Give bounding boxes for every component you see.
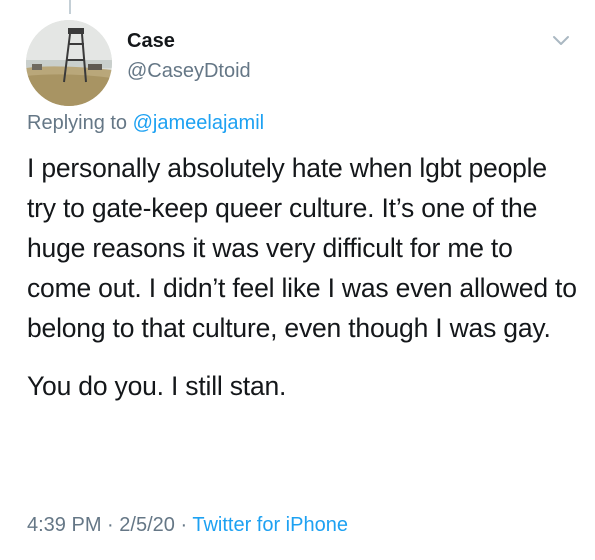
meta-separator: · xyxy=(107,514,114,536)
avatar[interactable] xyxy=(26,20,112,106)
author-display-name[interactable]: Case xyxy=(127,30,175,53)
meta-separator: · xyxy=(180,514,188,536)
tweet-metadata: 4:39 PM · 2/5/20 · Twitter for iPhone xyxy=(27,514,348,537)
tweet-time[interactable]: 4:39 PM xyxy=(27,514,101,536)
profile-photo-icon xyxy=(26,20,112,106)
author-handle[interactable]: @CaseyDtoid xyxy=(127,60,251,83)
tweet-body: I personally absolutely hate when lgbt p… xyxy=(27,148,582,406)
tweet-paragraph: You do you. I still stan. xyxy=(27,371,287,401)
tweet-source-link[interactable]: Twitter for iPhone xyxy=(192,514,348,536)
thread-connector-line xyxy=(69,0,71,14)
tweet-date[interactable]: 2/5/20 xyxy=(119,514,175,536)
reply-mention-link[interactable]: @jameelajamil xyxy=(133,112,264,134)
replying-to-line: Replying to @jameelajamil xyxy=(27,112,264,135)
replying-to-label: Replying to xyxy=(27,112,128,134)
tweet-paragraph: I personally absolutely hate when lgbt p… xyxy=(27,153,577,343)
chevron-down-icon[interactable] xyxy=(549,28,573,52)
